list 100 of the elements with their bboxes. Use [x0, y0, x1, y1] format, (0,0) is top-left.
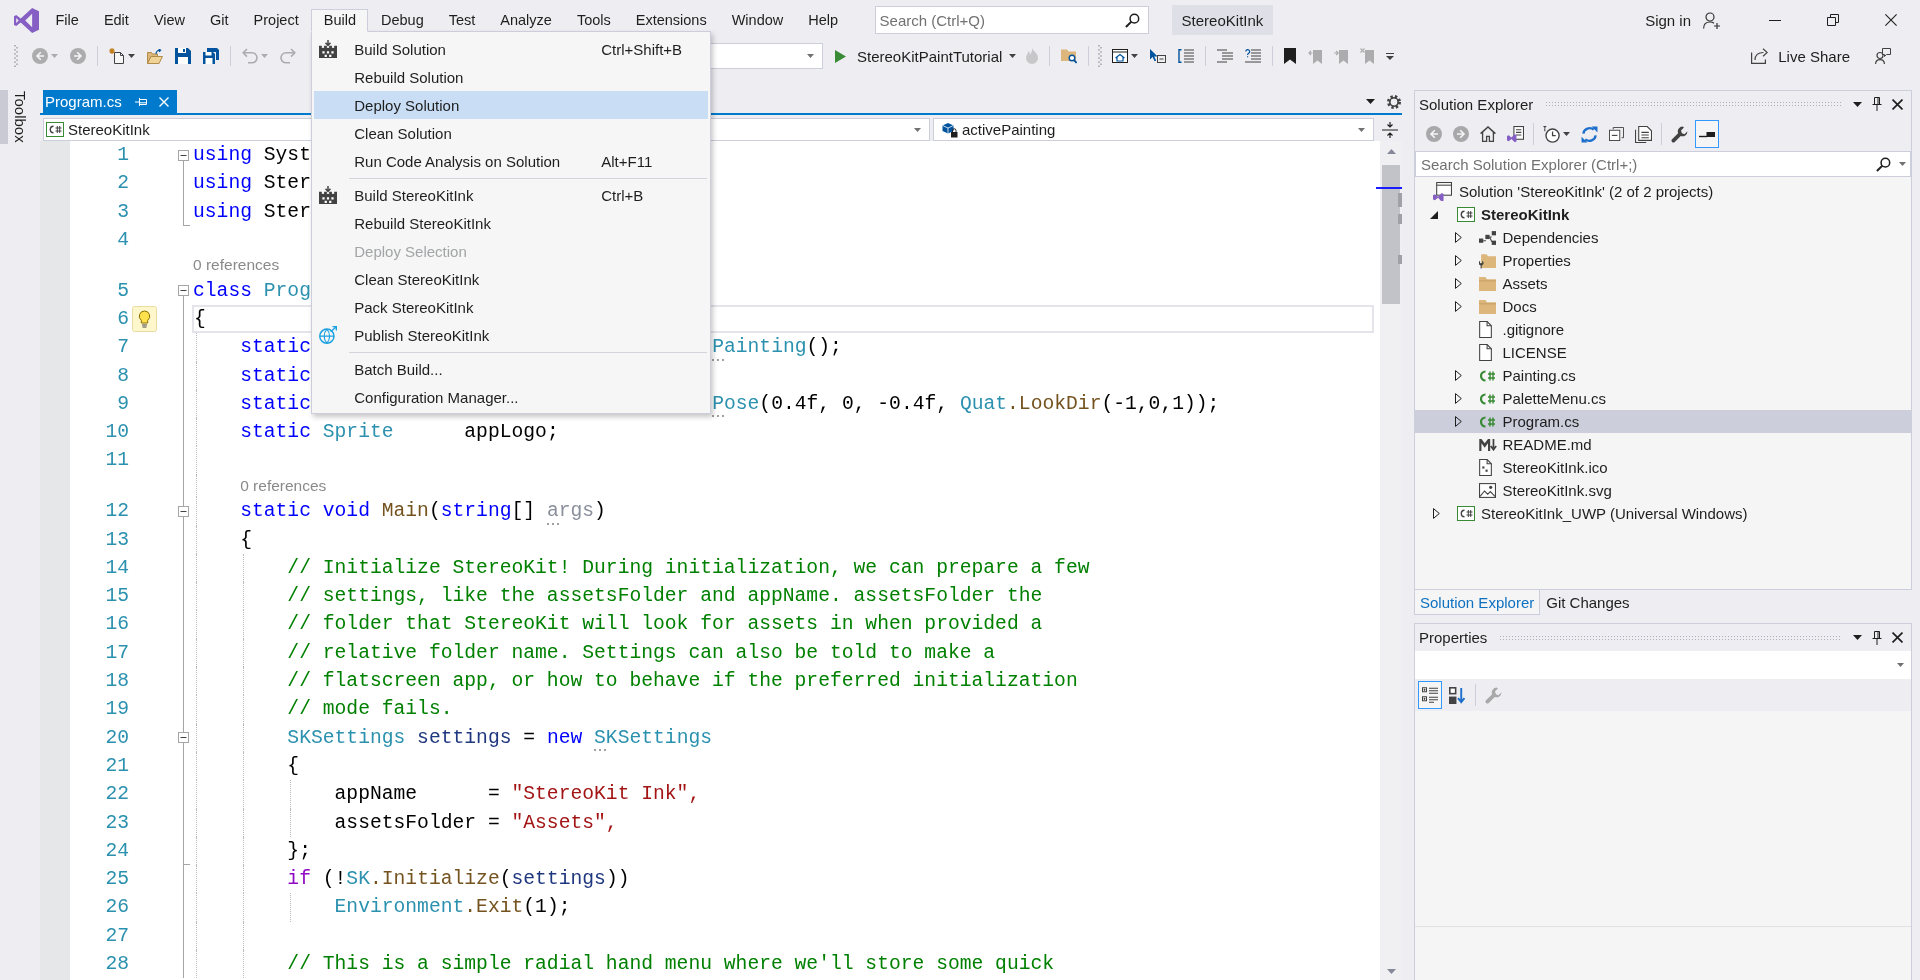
tree-item[interactable]: StereoKitInk — [1415, 203, 1911, 226]
close-icon[interactable] — [1892, 98, 1903, 110]
collapsed-arrow-icon[interactable] — [1454, 278, 1462, 289]
collapsed-arrow-icon[interactable] — [1454, 370, 1462, 381]
tree-item[interactable]: Solution 'StereoKitInk' (2 of 2 projects) — [1415, 180, 1911, 203]
pin-icon[interactable] — [1872, 630, 1882, 645]
collapsed-arrow-icon[interactable] — [1433, 508, 1440, 519]
collapse-icon[interactable] — [178, 505, 189, 517]
menu-item[interactable]: Rebuild StereoKitInk — [314, 209, 709, 237]
question-lines-icon[interactable] — [1245, 49, 1262, 63]
menu-item[interactable]: Build — [311, 8, 369, 32]
collapsed-arrow-icon[interactable] — [1454, 255, 1462, 266]
tree-item[interactable]: README.md — [1415, 433, 1911, 456]
menu-item[interactable]: File — [43, 8, 92, 32]
menu-item[interactable]: Publish StereoKitInk — [314, 321, 709, 349]
tree-item[interactable]: StereoKitInk.ico — [1415, 456, 1911, 479]
menu-item[interactable]: Run Code Analysis on Solution Alt+F11 — [314, 147, 709, 175]
overflow-caret-icon[interactable] — [1386, 52, 1395, 60]
tree-item[interactable]: PaletteMenu.cs — [1415, 387, 1911, 410]
collapse-icon[interactable] — [178, 285, 189, 297]
bookmark-icon[interactable] — [1284, 48, 1297, 64]
tree-item[interactable]: Assets — [1415, 272, 1911, 295]
menu-item[interactable]: Batch Build... — [314, 355, 709, 383]
tree-item[interactable]: StereoKitInk_UWP (Universal Windows) — [1415, 502, 1911, 525]
folder-search-icon[interactable] — [1061, 48, 1078, 64]
toolbox-tab[interactable]: Toolbox — [0, 90, 31, 144]
member-dropdown[interactable]: activePainting — [933, 118, 1374, 141]
caret-icon[interactable] — [1131, 54, 1139, 58]
menu-item[interactable]: Git — [197, 8, 242, 32]
search-icon[interactable] — [1876, 156, 1891, 172]
menu-item[interactable]: Build Solution Ctrl+Shift+B — [314, 35, 709, 63]
window-home-icon[interactable] — [1112, 49, 1129, 63]
tree-item[interactable]: LICENSE — [1415, 341, 1911, 364]
menu-item[interactable]: View — [141, 8, 198, 32]
menu-item[interactable]: Debug — [368, 8, 437, 32]
menu-item[interactable]: Analyze — [487, 8, 565, 32]
tree-item[interactable]: Properties — [1415, 249, 1911, 272]
collapsed-arrow-icon[interactable] — [1454, 301, 1462, 312]
gear-icon[interactable] — [1387, 94, 1401, 109]
scroll-up-icon[interactable] — [1386, 148, 1396, 154]
expanded-arrow-icon[interactable] — [1430, 210, 1438, 219]
menu-item[interactable]: Help — [795, 8, 851, 32]
tool-window-tab[interactable]: Solution Explorer — [1414, 590, 1541, 615]
tree-item[interactable]: Dependencies — [1415, 226, 1911, 249]
line-number: 14 — [105, 556, 129, 579]
menu-item[interactable]: Window — [719, 8, 796, 32]
dropdown-caret-icon[interactable] — [1853, 101, 1862, 107]
line-number: 10 — [105, 421, 129, 444]
sign-in-button[interactable]: Sign in — [1645, 11, 1720, 29]
close-icon[interactable] — [1892, 632, 1903, 643]
menu-item[interactable]: Configuration Manager... — [314, 383, 709, 411]
menu-item[interactable]: Edit — [91, 8, 142, 32]
caret-icon[interactable] — [128, 54, 135, 58]
pointer-box-icon[interactable] — [1150, 49, 1167, 63]
bracket-lines-icon[interactable] — [1178, 49, 1195, 63]
caret-icon[interactable] — [1899, 162, 1906, 166]
preview-button[interactable] — [1695, 120, 1719, 148]
tab-list-caret-icon[interactable] — [1366, 99, 1375, 104]
collapsed-arrow-icon[interactable] — [1454, 416, 1462, 427]
tree-item[interactable]: Docs — [1415, 295, 1911, 318]
code-line: static — [239, 364, 311, 387]
person-bubble-icon[interactable] — [1875, 48, 1891, 64]
menu-item[interactable]: Pack StereoKitInk — [314, 293, 709, 321]
codelens-link[interactable]: 0 references — [240, 474, 327, 498]
live-share-button[interactable]: Live Share — [1751, 47, 1850, 65]
menu-item[interactable]: Build StereoKitInk Ctrl+B — [314, 181, 709, 209]
collapsed-arrow-icon[interactable] — [1454, 232, 1462, 243]
start-button[interactable]: StereoKitPaintTutorial — [831, 43, 1021, 69]
menu-item[interactable]: Test — [436, 8, 488, 32]
menu-item[interactable]: Extensions — [623, 8, 720, 32]
lightbulb-icon[interactable] — [132, 306, 157, 333]
grip-icon[interactable] — [1098, 45, 1103, 67]
collapse-icon[interactable] — [178, 149, 189, 161]
tree-item[interactable]: Program.cs — [1415, 410, 1911, 433]
menu-item[interactable]: Project — [241, 8, 312, 32]
save-all-icon[interactable] — [203, 48, 219, 64]
tree-item[interactable]: StereoKitInk.svg — [1415, 479, 1911, 502]
menu-item[interactable]: Tools — [564, 8, 624, 32]
tree-item[interactable]: .gitignore — [1415, 318, 1911, 341]
save-icon[interactable] — [175, 48, 191, 64]
collapsed-arrow-icon[interactable] — [1454, 393, 1462, 404]
codelens-link[interactable]: 0 references — [193, 254, 280, 277]
scrollbar-thumb[interactable] — [1382, 165, 1400, 304]
categorized-button[interactable] — [1418, 681, 1442, 709]
collapse-icon[interactable] — [178, 732, 189, 744]
tool-window-tab[interactable]: Git Changes — [1540, 590, 1636, 615]
search-field[interactable]: Search (Ctrl+Q) — [874, 6, 1149, 34]
grip-icon[interactable] — [14, 45, 18, 67]
dropdown-caret-icon[interactable] — [1853, 635, 1862, 640]
open-folder-icon[interactable] — [147, 48, 163, 64]
search-field[interactable]: Search Solution Explorer (Ctrl+;) — [1415, 151, 1911, 177]
sparkle-document-icon[interactable] — [109, 48, 125, 64]
tree-item[interactable]: Painting.cs — [1415, 364, 1911, 387]
menu-item[interactable]: Rebuild Solution — [314, 63, 709, 91]
menu-item[interactable]: Deploy Solution — [314, 91, 709, 119]
code-line: static void Main(string[] args) — [239, 500, 606, 523]
menu-item[interactable]: Clean StereoKitInk — [314, 265, 709, 293]
split-icon[interactable] — [1382, 121, 1398, 138]
scroll-down-icon[interactable] — [1386, 968, 1396, 974]
pin-icon[interactable] — [1872, 97, 1882, 111]
